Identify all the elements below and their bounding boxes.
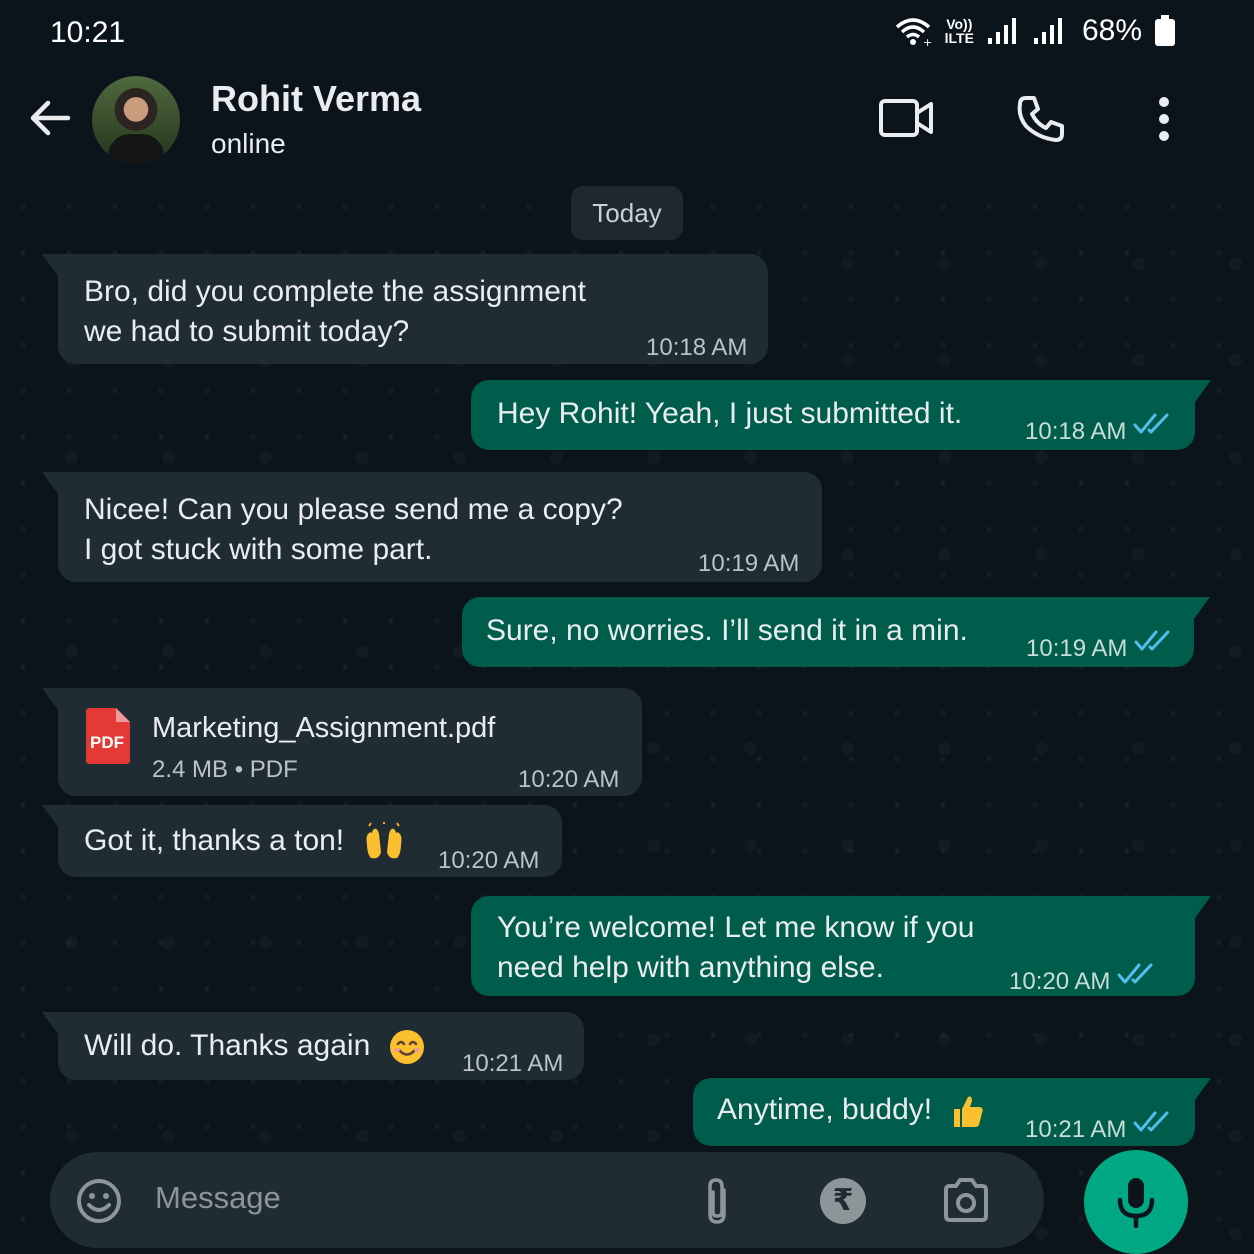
voice-call-icon[interactable] [1016,94,1066,144]
message-text: You’re welcome! Let me know if you [497,911,975,944]
more-options-icon[interactable] [1156,96,1172,142]
raising-hands-emoji [366,822,401,859]
smiling-face-emoji [389,1030,424,1065]
message-time: 10:18 AM [646,334,748,361]
avatar[interactable] [92,76,180,164]
camera-icon[interactable] [942,1178,990,1222]
chat-header: Rohit Verma online [0,68,1254,184]
message-text: need help with anything else. [497,951,884,984]
message-bubble-outgoing[interactable]: Sure, no worries. I’ll send it in a min.… [462,597,1210,667]
message-bubble-outgoing[interactable]: You’re welcome! Let me know if you need … [471,896,1211,996]
message-text: we had to submit today? [84,315,410,348]
message-time: 10:18 AM [1025,418,1127,445]
message-input[interactable]: Message [155,1180,281,1216]
message-text: Hey Rohit! Yeah, I just submitted it. [497,397,963,430]
mic-button[interactable] [1084,1150,1188,1254]
read-ticks-icon [1133,1111,1169,1132]
message-text: Sure, no worries. I’ll send it in a min. [486,614,968,647]
back-arrow-icon[interactable] [28,96,72,140]
read-ticks-icon [1133,413,1169,434]
message-bubble-incoming[interactable]: Bro, did you complete the assignment we … [42,254,768,364]
pdf-icon-label: PDF [90,733,124,752]
status-bar: 10:21 + Vo)) lLTE 68% [0,0,1254,68]
battery-icon [1155,15,1175,46]
message-time: 10:21 AM [1025,1116,1127,1143]
message-text: Got it, thanks a ton! [84,824,345,857]
message-text: Nicee! Can you please send me a copy? [84,493,623,526]
read-ticks-icon [1117,963,1153,984]
message-time: 10:20 AM [438,847,540,874]
message-text: Anytime, buddy! [717,1093,933,1126]
file-name: Marketing_Assignment.pdf [152,712,496,744]
rupee-payment-icon[interactable]: ₹ [820,1178,866,1224]
emoji-icon[interactable] [76,1178,122,1224]
message-bubble-incoming[interactable]: Nicee! Can you please send me a copy? I … [42,472,822,582]
document-message[interactable]: PDF Marketing_Assignment.pdf 2.4 MB • PD… [42,688,642,796]
read-ticks-icon [1134,630,1170,651]
contact-name[interactable]: Rohit Verma [211,78,421,120]
attach-icon[interactable] [702,1176,732,1228]
message-time: 10:19 AM [698,550,800,577]
message-time: 10:20 AM [518,766,620,793]
video-call-icon[interactable] [878,96,934,140]
message-bubble-outgoing[interactable]: Anytime, buddy! 10:21 AM [693,1078,1211,1146]
message-input-bar: Message ₹ [50,1152,1044,1248]
signal-icon [987,18,1016,44]
message-bubble-incoming[interactable]: Got it, thanks a ton! 10:20 AM [42,805,562,877]
message-time: 10:19 AM [1026,635,1128,662]
message-time: 10:21 AM [462,1050,564,1077]
message-text: Will do. Thanks again [84,1029,371,1062]
message-bubble-outgoing[interactable]: Hey Rohit! Yeah, I just submitted it. 10… [471,380,1211,450]
date-divider: Today [571,186,683,240]
svg-text:+: + [923,36,932,47]
wifi-icon: + [895,18,932,47]
status-indicators: + Vo)) lLTE 68% [893,14,1176,48]
thumbs-up-emoji [954,1096,984,1128]
message-time: 10:20 AM [1009,968,1111,995]
status-time: 10:21 [50,16,126,49]
message-bubble-incoming[interactable]: Will do. Thanks again 10:21 AM [42,1012,584,1080]
message-text: I got stuck with some part. [84,533,433,566]
battery-percent: 68% [1081,14,1142,47]
file-meta: 2.4 MB • PDF [152,756,298,783]
mic-icon [1117,1178,1155,1228]
signal-icon-2 [1033,18,1062,44]
volte-indicator: Vo)) lLTE [944,16,974,46]
contact-status: online [211,128,286,159]
message-text: Bro, did you complete the assignment [84,275,586,308]
